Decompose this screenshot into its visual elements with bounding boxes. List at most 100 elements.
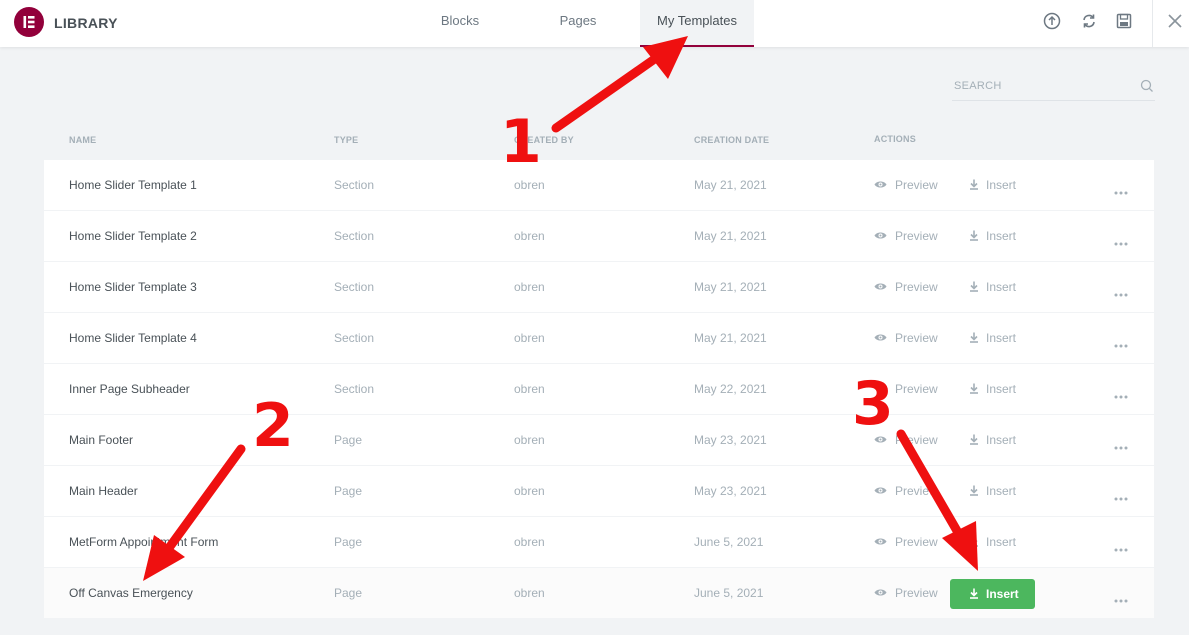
search-box bbox=[952, 72, 1155, 101]
save-icon[interactable] bbox=[1115, 12, 1133, 30]
templates-table: Home Slider Template 1 Section obren May… bbox=[44, 160, 1154, 619]
table-row[interactable]: Home Slider Template 4 Section obren May… bbox=[44, 313, 1154, 364]
search-icon[interactable] bbox=[1140, 79, 1154, 98]
annotation-number-3: 3 bbox=[852, 369, 894, 439]
preview-label: Preview bbox=[895, 484, 938, 498]
eye-icon bbox=[874, 232, 887, 239]
table-row[interactable]: Home Slider Template 1 Section obren May… bbox=[44, 160, 1154, 211]
template-name: Off Canvas Emergency bbox=[69, 586, 193, 600]
template-type: Section bbox=[334, 280, 375, 294]
upload-icon[interactable] bbox=[1043, 12, 1061, 30]
template-author: obren bbox=[514, 484, 545, 498]
download-icon bbox=[970, 536, 978, 547]
preview-label: Preview bbox=[895, 331, 938, 345]
template-date: May 23, 2021 bbox=[694, 484, 767, 498]
template-date: May 21, 2021 bbox=[694, 331, 767, 345]
template-date: June 5, 2021 bbox=[694, 586, 764, 600]
table-row[interactable]: Main Header Page obren May 23, 2021 Prev… bbox=[44, 466, 1154, 517]
download-icon bbox=[970, 434, 978, 445]
template-name: Main Footer bbox=[69, 433, 134, 447]
insert-label: Insert bbox=[986, 433, 1017, 447]
template-type: Section bbox=[334, 229, 375, 243]
template-type: Page bbox=[334, 535, 363, 549]
template-date: May 22, 2021 bbox=[694, 382, 767, 396]
template-author: obren bbox=[514, 331, 545, 345]
insert-label: Insert bbox=[986, 587, 1019, 601]
preview-label: Preview bbox=[895, 229, 938, 243]
template-date: June 5, 2021 bbox=[694, 535, 764, 549]
insert-label: Insert bbox=[986, 229, 1017, 243]
eye-icon bbox=[874, 334, 887, 341]
more-options-icon[interactable] bbox=[1113, 438, 1129, 450]
template-name: Home Slider Template 4 bbox=[69, 331, 197, 345]
template-type: Page bbox=[334, 433, 363, 447]
table-row[interactable]: Off Canvas Emergency Page obren June 5, … bbox=[44, 568, 1154, 619]
template-author: obren bbox=[514, 229, 545, 243]
template-author: obren bbox=[514, 382, 545, 396]
tab-pages[interactable]: Pages bbox=[540, 0, 616, 47]
template-author: obren bbox=[514, 280, 545, 294]
eye-icon bbox=[874, 538, 887, 545]
sync-icon[interactable] bbox=[1080, 12, 1098, 30]
template-date: May 21, 2021 bbox=[694, 229, 767, 243]
preview-label: Preview bbox=[895, 535, 938, 549]
download-icon bbox=[970, 332, 978, 343]
template-name: Home Slider Template 1 bbox=[69, 178, 197, 192]
library-header: LIBRARY Blocks Pages My Templates bbox=[0, 0, 1189, 47]
annotation-number-1: 1 bbox=[500, 107, 542, 177]
arrow-1-shaft bbox=[551, 53, 661, 133]
more-options-icon[interactable] bbox=[1113, 336, 1129, 348]
template-author: obren bbox=[514, 178, 545, 192]
template-type: Section bbox=[334, 382, 375, 396]
more-options-icon[interactable] bbox=[1113, 489, 1129, 501]
preview-label: Preview bbox=[895, 586, 938, 600]
download-icon bbox=[970, 485, 978, 496]
download-icon bbox=[970, 179, 978, 190]
more-options-icon[interactable] bbox=[1113, 387, 1129, 399]
table-row[interactable]: Inner Page Subheader Section obren May 2… bbox=[44, 364, 1154, 415]
template-author: obren bbox=[514, 586, 545, 600]
annotation-number-2: 2 bbox=[252, 391, 294, 461]
tab-blocks[interactable]: Blocks bbox=[420, 0, 500, 47]
template-date: May 21, 2021 bbox=[694, 280, 767, 294]
column-header-creation-date: CREATION DATE bbox=[694, 135, 770, 145]
insert-label: Insert bbox=[986, 331, 1017, 345]
template-name: Main Header bbox=[69, 484, 138, 498]
template-type: Section bbox=[334, 331, 375, 345]
insert-label: Insert bbox=[986, 280, 1017, 294]
eye-icon bbox=[874, 283, 887, 290]
download-icon bbox=[970, 588, 978, 599]
more-options-icon[interactable] bbox=[1113, 285, 1129, 297]
tab-my-templates[interactable]: My Templates bbox=[640, 0, 754, 47]
preview-label: Preview bbox=[895, 178, 938, 192]
more-options-icon[interactable] bbox=[1113, 540, 1129, 552]
column-header-name: NAME bbox=[69, 135, 97, 145]
column-header-type: TYPE bbox=[334, 135, 359, 145]
close-icon[interactable] bbox=[1166, 12, 1184, 30]
more-options-icon[interactable] bbox=[1113, 591, 1129, 603]
template-author: obren bbox=[514, 535, 545, 549]
table-row[interactable]: Main Footer Page obren May 23, 2021 Prev… bbox=[44, 415, 1154, 466]
header-divider bbox=[1152, 0, 1153, 47]
download-icon bbox=[970, 383, 978, 394]
insert-button[interactable]: Insert bbox=[950, 579, 1035, 609]
more-options-icon[interactable] bbox=[1113, 234, 1129, 246]
eye-icon bbox=[874, 589, 887, 596]
search-input[interactable] bbox=[952, 72, 1132, 100]
template-date: May 21, 2021 bbox=[694, 178, 767, 192]
insert-label: Insert bbox=[986, 535, 1017, 549]
more-options-icon[interactable] bbox=[1113, 183, 1129, 195]
template-type: Page bbox=[334, 586, 363, 600]
template-author: obren bbox=[514, 433, 545, 447]
preview-label: Preview bbox=[895, 382, 938, 396]
preview-label: Preview bbox=[895, 280, 938, 294]
table-row[interactable]: Home Slider Template 3 Section obren May… bbox=[44, 262, 1154, 313]
preview-label: Preview bbox=[895, 433, 938, 447]
download-icon bbox=[970, 230, 978, 241]
table-row[interactable]: MetForm Appointment Form Page obren June… bbox=[44, 517, 1154, 568]
template-name: Home Slider Template 2 bbox=[69, 229, 197, 243]
library-title: LIBRARY bbox=[54, 15, 118, 31]
elementor-logo-icon bbox=[14, 7, 44, 37]
eye-icon bbox=[874, 487, 887, 494]
table-row[interactable]: Home Slider Template 2 Section obren May… bbox=[44, 211, 1154, 262]
